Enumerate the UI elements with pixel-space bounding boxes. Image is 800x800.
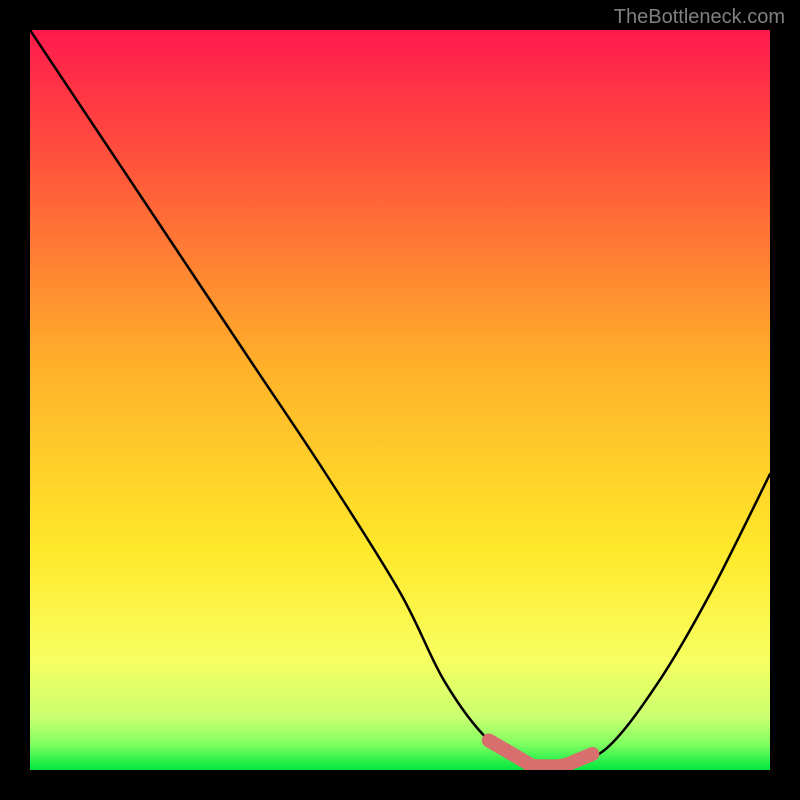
curve-layer [30, 30, 770, 770]
plot-area [30, 30, 770, 770]
bottleneck-curve [30, 30, 770, 769]
chart-frame: TheBottleneck.com [0, 0, 800, 800]
watermark-text: TheBottleneck.com [614, 6, 785, 29]
optimal-zone-highlight [489, 740, 593, 766]
